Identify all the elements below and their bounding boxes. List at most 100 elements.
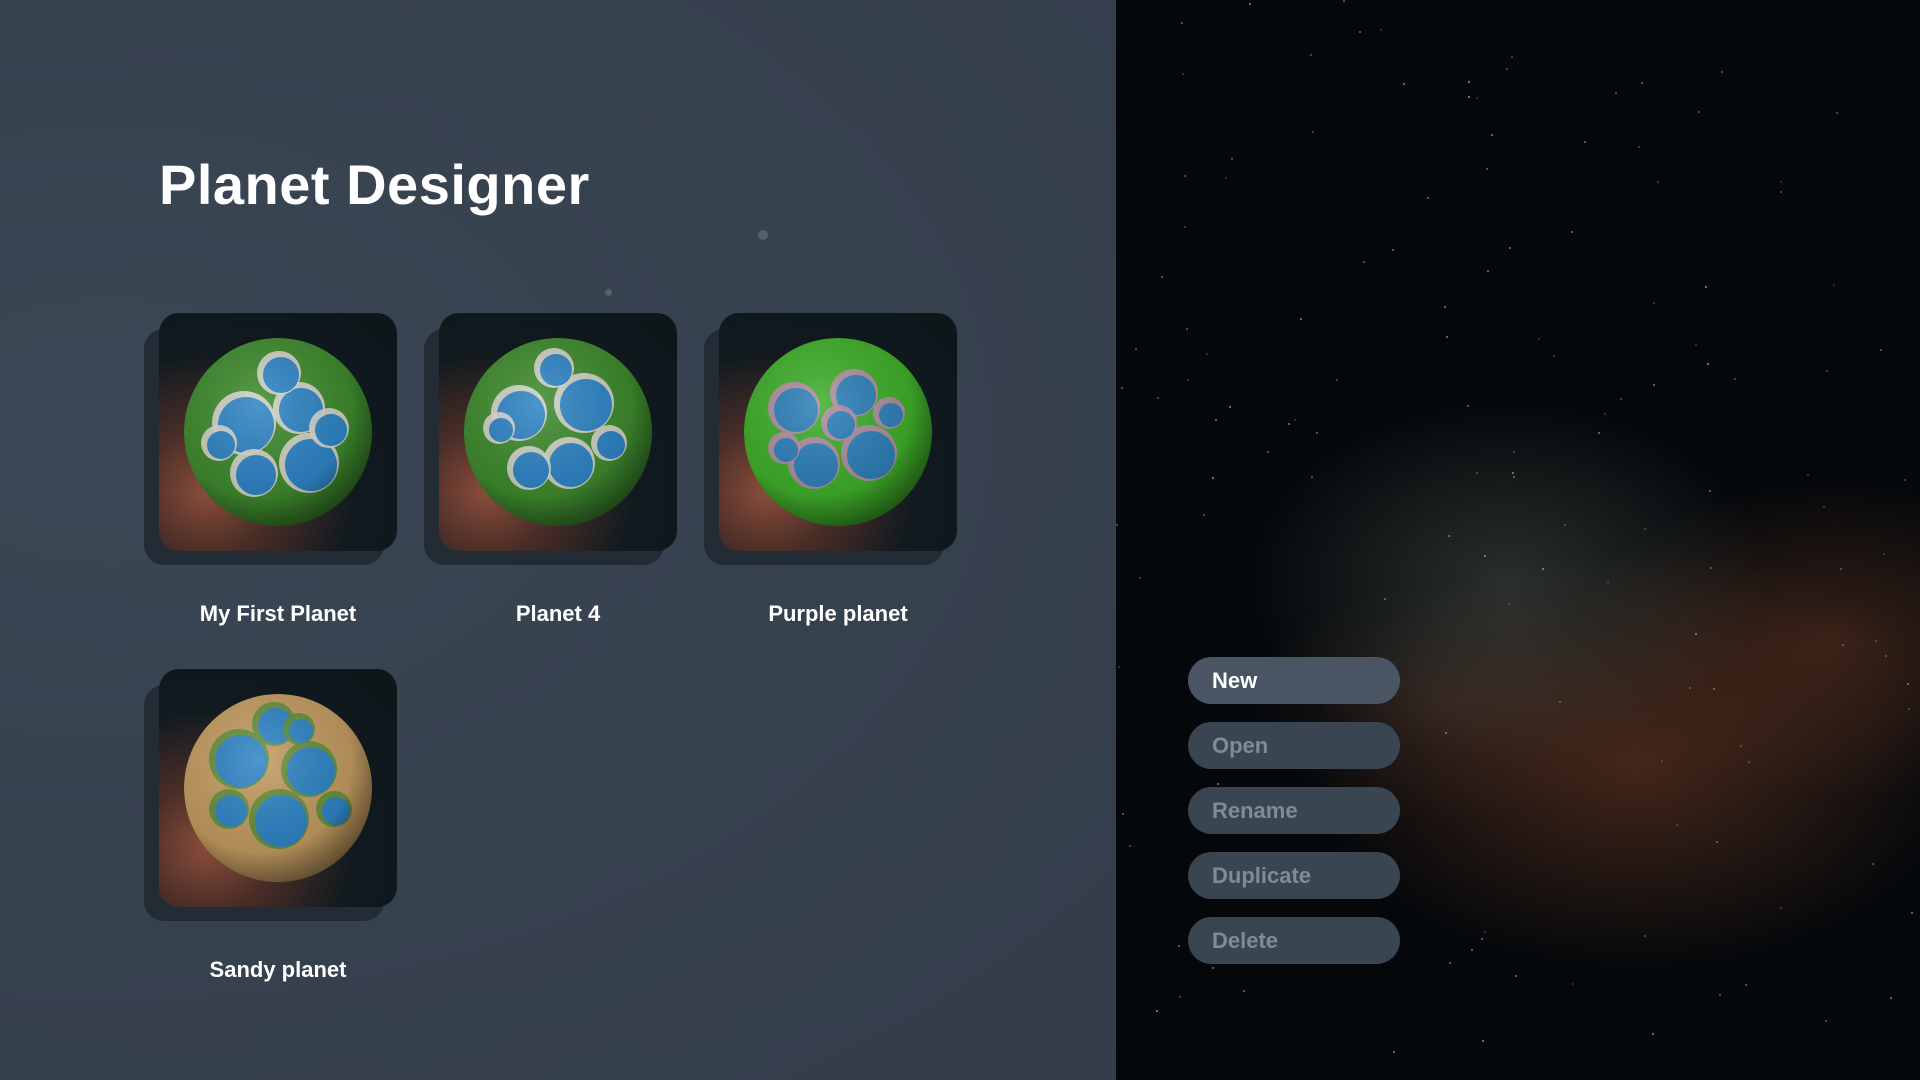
- star: [1709, 490, 1711, 492]
- star: [1300, 318, 1302, 320]
- star: [1393, 1051, 1395, 1053]
- star: [1584, 141, 1586, 143]
- planet-thumbnail[interactable]: [159, 669, 397, 907]
- star: [1721, 71, 1723, 73]
- star: [1653, 384, 1655, 386]
- star: [1890, 997, 1892, 999]
- star: [1212, 477, 1214, 479]
- star: [1486, 168, 1488, 170]
- star: [1206, 353, 1208, 355]
- planet-card[interactable]: My First Planet: [144, 313, 399, 626]
- star: [1484, 555, 1486, 557]
- star: [1620, 398, 1622, 400]
- star: [1316, 432, 1318, 434]
- star: [1312, 131, 1314, 133]
- planet-name: Sandy planet: [209, 957, 347, 982]
- star: [1826, 370, 1828, 372]
- star: [1311, 476, 1313, 478]
- star: [1161, 276, 1163, 278]
- star: [1294, 419, 1296, 421]
- star: [1604, 413, 1606, 415]
- star: [1511, 56, 1513, 58]
- star: [1491, 134, 1493, 136]
- planet-thumbnail[interactable]: [159, 313, 397, 551]
- planet-globe-icon: [184, 694, 372, 882]
- page-title: Planet Designer: [159, 153, 590, 216]
- star: [1825, 1020, 1827, 1022]
- star: [1652, 1033, 1654, 1035]
- star: [1249, 3, 1251, 5]
- planet-card[interactable]: Purple planet: [704, 313, 959, 626]
- star: [1705, 286, 1707, 288]
- planet-name: My First Planet: [199, 601, 357, 626]
- star: [1641, 82, 1643, 84]
- star: [1186, 328, 1188, 330]
- star: [1203, 514, 1205, 516]
- rename-button[interactable]: Rename: [1188, 787, 1400, 834]
- star: [1487, 270, 1489, 272]
- star: [1363, 261, 1365, 263]
- star: [1182, 73, 1184, 75]
- star: [1748, 761, 1750, 763]
- open-button[interactable]: Open: [1188, 722, 1400, 769]
- star: [1553, 355, 1555, 357]
- planet-name: Planet 4: [515, 601, 601, 626]
- star: [1833, 284, 1835, 286]
- star: [1448, 535, 1450, 537]
- star: [1392, 249, 1394, 251]
- star: [1904, 479, 1906, 481]
- new-button[interactable]: New: [1188, 657, 1400, 704]
- star: [1476, 97, 1478, 99]
- star: [1288, 423, 1290, 425]
- star: [1836, 112, 1838, 114]
- star: [1506, 68, 1508, 70]
- star: [1807, 474, 1809, 476]
- star: [1907, 683, 1909, 685]
- star: [1515, 975, 1517, 977]
- star: [1607, 581, 1609, 583]
- star: [1676, 824, 1678, 826]
- star: [1719, 994, 1721, 996]
- star: [1710, 567, 1712, 569]
- star: [1444, 306, 1446, 308]
- star: [1695, 344, 1697, 346]
- star: [1446, 336, 1448, 338]
- star: [1508, 603, 1510, 605]
- duplicate-button[interactable]: Duplicate: [1188, 852, 1400, 899]
- star: [1116, 524, 1118, 526]
- star: [1875, 640, 1877, 642]
- star: [1823, 506, 1825, 508]
- star: [1572, 983, 1574, 985]
- planet-card[interactable]: Planet 4: [424, 313, 679, 626]
- star: [1359, 31, 1361, 33]
- star: [1883, 553, 1885, 555]
- decorative-dot: [758, 230, 768, 240]
- delete-button[interactable]: Delete: [1188, 917, 1400, 964]
- action-menu: New Open Rename Duplicate Delete: [1188, 657, 1400, 982]
- planet-thumbnail[interactable]: [719, 313, 957, 551]
- star: [1135, 348, 1137, 350]
- star: [1179, 996, 1181, 998]
- star: [1542, 568, 1544, 570]
- planet-thumbnail[interactable]: [439, 313, 677, 551]
- star: [1468, 81, 1470, 83]
- star: [1122, 813, 1124, 815]
- star: [1559, 701, 1561, 703]
- star: [1538, 338, 1540, 340]
- star: [1481, 938, 1483, 940]
- star: [1740, 745, 1742, 747]
- star: [1231, 158, 1233, 160]
- planet-globe-icon: [744, 338, 932, 526]
- star: [1380, 29, 1382, 31]
- star: [1225, 177, 1227, 179]
- star: [1713, 688, 1715, 690]
- star: [1129, 845, 1131, 847]
- planet-card[interactable]: Sandy planet: [144, 669, 399, 982]
- star: [1215, 419, 1217, 421]
- star: [1336, 379, 1338, 381]
- star: [1343, 0, 1345, 2]
- planet-globe-icon: [184, 338, 372, 526]
- star: [1512, 472, 1514, 474]
- star: [1476, 472, 1478, 474]
- star: [1468, 96, 1470, 98]
